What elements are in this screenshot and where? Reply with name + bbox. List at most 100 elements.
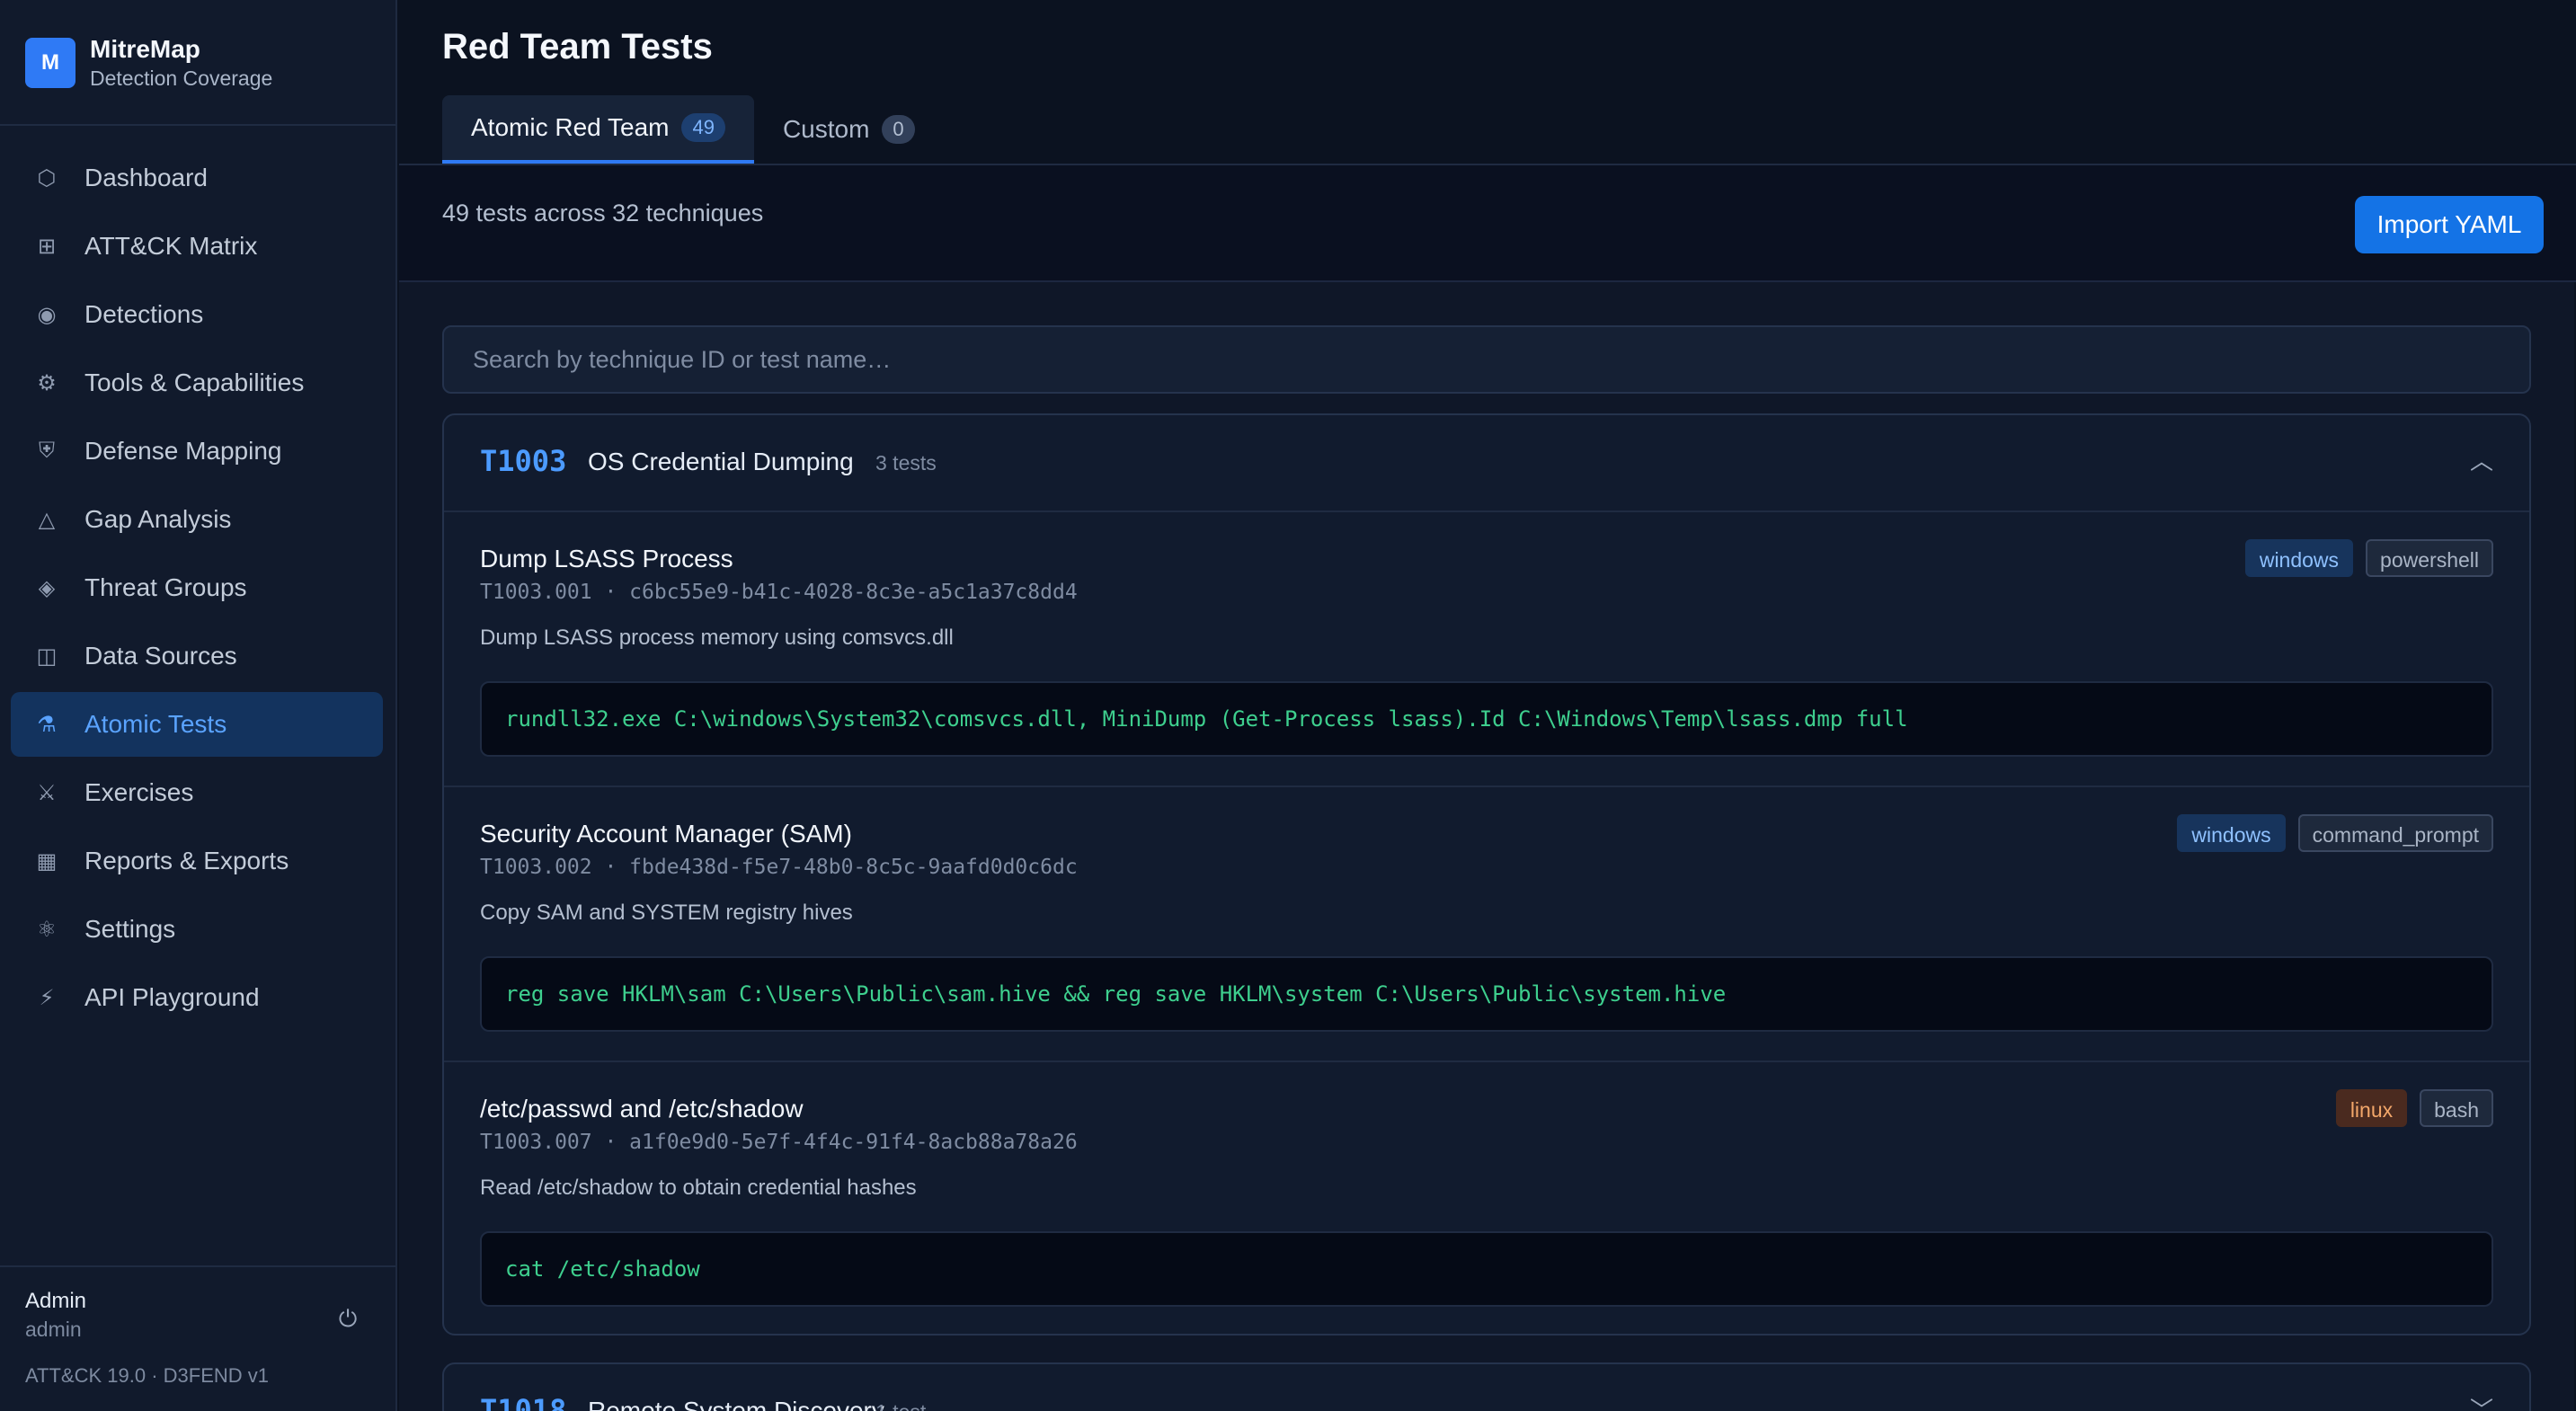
summary-bar: 49 tests across 32 techniques Import YAM… — [399, 165, 2576, 282]
test-name: Security Account Manager (SAM) — [480, 820, 852, 847]
sidebar-item-api-playground[interactable]: ⚡ API Playground — [11, 965, 383, 1030]
sidebar-item-label: Settings — [84, 915, 176, 943]
brand[interactable]: M MitreMap Detection Coverage — [25, 34, 272, 92]
sidebar-item-exercises[interactable]: ⚔ Exercises — [11, 760, 383, 825]
sidebar-item-tools-and-capabilities[interactable]: ⚙ Tools & Capabilities — [11, 351, 383, 415]
app-window: M MitreMap Detection Coverage ⬡ Dashboard… — [0, 0, 2576, 1411]
search-input[interactable] — [442, 325, 2531, 394]
test-id: T1003.001 · c6bc55e9-b41c-4028-8c3e-a5c1… — [480, 581, 1078, 604]
technique-group: T1018 Remote System Discovery1 test ﹀ — [442, 1362, 2531, 1411]
grid-icon: ⊞ — [37, 234, 57, 259]
sidebar-divider — [0, 124, 395, 126]
chevron-up-icon[interactable]: ︿ — [2468, 448, 2495, 475]
sidebar-item-label: Reports & Exports — [84, 847, 289, 874]
technique-id: T1003 — [480, 444, 567, 478]
diamond-icon: ◈ — [38, 575, 56, 600]
sidebar-item-label: Exercises — [84, 778, 194, 806]
platform-tag: linux — [2335, 1089, 2408, 1127]
triangle-icon: △ — [38, 507, 56, 532]
hexagon-icon: ⬡ — [37, 165, 57, 191]
technique-header[interactable]: T1003 OS Credential Dumping 3 tests ︿ — [444, 415, 2529, 510]
settings-icon: ⚛ — [37, 917, 57, 942]
main-content: Red Team Tests Atomic Red Team 49 Custom 0 … — [399, 0, 2576, 1411]
sidebar-item-label: Threat Groups — [84, 573, 247, 601]
user-name: Admin — [25, 1289, 87, 1313]
executor-tag: bash — [2420, 1089, 2493, 1127]
sidebar-item-label: API Playground — [84, 983, 260, 1011]
command-block[interactable]: rundll32.exe C:\windows\System32\comsvcs… — [480, 681, 2493, 757]
technique-header[interactable]: T1018 Remote System Discovery1 test ﹀ — [444, 1364, 2529, 1411]
brand-subtitle: Detection Coverage — [90, 67, 273, 90]
test-name: /etc/passwd and /etc/shadow — [480, 1095, 804, 1123]
test-count: 1 test — [875, 1400, 926, 1411]
sidebar: M MitreMap Detection Coverage ⬡ Dashboard… — [0, 0, 397, 1411]
sidebar-item-threat-groups[interactable]: ◈ Threat Groups — [11, 555, 383, 620]
test-name: Dump LSASS Process — [480, 545, 733, 572]
sidebar-item-label: Data Sources — [84, 642, 237, 670]
technique-name: Remote System Discovery — [588, 1397, 884, 1411]
sidebar-item-dashboard[interactable]: ⬡ Dashboard — [11, 146, 383, 210]
platform-tag: windows — [2177, 814, 2286, 852]
technique-name: OS Credential Dumping — [588, 448, 854, 475]
logout-icon[interactable]: ⏻ — [333, 1303, 363, 1334]
sidebar-footer: Admin admin ⏻ ATT&CK 19.0 · D3FEND v1 — [0, 1265, 395, 1411]
tab-label: Atomic Red Team — [471, 113, 670, 141]
sidebar-item-reports-and-exports[interactable]: ▦ Reports & Exports — [11, 829, 383, 893]
test-description: Copy SAM and SYSTEM registry hives — [480, 901, 853, 925]
tab-label: Custom — [782, 115, 870, 143]
test-item: /etc/passwd and /etc/shadow T1003.007 · a… — [444, 1062, 2529, 1334]
executor-tag: powershell — [2366, 539, 2493, 577]
sidebar-item-label: Detections — [84, 300, 204, 328]
sidebar-item-label: Dashboard — [84, 164, 208, 191]
platform-tag: windows — [2244, 539, 2354, 577]
command-block[interactable]: cat /etc/shadow — [480, 1231, 2493, 1307]
target-icon: ◉ — [37, 302, 57, 327]
chevron-down-icon[interactable]: ﹀ — [2468, 1397, 2495, 1411]
sidebar-item-label: Tools & Capabilities — [84, 368, 305, 396]
import-yaml-button[interactable]: Import YAML — [2355, 196, 2544, 253]
report-icon: ▦ — [36, 848, 58, 874]
database-icon: ◫ — [36, 643, 58, 669]
sidebar-item-gap-analysis[interactable]: △ Gap Analysis — [11, 487, 383, 552]
summary-text: 49 tests across 32 techniques — [442, 200, 764, 226]
test-description: Read /etc/shadow to obtain credential ha… — [480, 1176, 917, 1200]
brand-name: MitreMap — [90, 35, 200, 63]
sidebar-nav: ⬡ Dashboard ⊞ ATT&CK Matrix ◉ Detections ⚙ Tool… — [11, 146, 383, 1034]
tab-count-badge: 49 — [681, 113, 725, 142]
platform-tags: windows powershell — [2233, 539, 2493, 577]
sidebar-item-label: Atomic Tests — [84, 710, 227, 738]
test-item: Security Account Manager (SAM) T1003.002 … — [444, 787, 2529, 1062]
platform-tags: windows command_prompt — [2164, 814, 2493, 852]
sidebar-item-atomic-tests[interactable]: ⚗ Atomic Tests — [11, 692, 383, 757]
page-title: Red Team Tests — [442, 27, 713, 67]
sidebar-item-data-sources[interactable]: ◫ Data Sources — [11, 624, 383, 688]
command-block[interactable]: reg save HKLM\sam C:\Users\Public\sam.hi… — [480, 956, 2493, 1032]
sidebar-item-label: ATT&CK Matrix — [84, 232, 258, 260]
test-description: Dump LSASS process memory using comsvcs.… — [480, 626, 954, 650]
executor-tag: command_prompt — [2297, 814, 2493, 852]
sidebar-item-settings[interactable]: ⚛ Settings — [11, 897, 383, 962]
gear-icon: ⚙ — [37, 370, 57, 395]
sidebar-item-label: Defense Mapping — [84, 437, 282, 465]
technique-id: T1018 — [480, 1393, 567, 1411]
tests-panel: T1003 OS Credential Dumping 3 tests ︿ Dump L… — [399, 282, 2574, 1411]
test-count: 3 tests — [875, 451, 937, 475]
brand-logo: M — [25, 38, 76, 88]
platform-tags: linux bash — [2323, 1089, 2493, 1127]
tab-atomic-red-team[interactable]: Atomic Red Team 49 — [442, 95, 754, 164]
tab-bar: Atomic Red Team 49 Custom 0 — [442, 95, 944, 164]
tab-custom[interactable]: Custom 0 — [754, 95, 944, 164]
swords-icon: ⚔ — [37, 780, 57, 805]
lightning-icon: ⚡ — [39, 985, 55, 1010]
user-role: admin — [25, 1318, 82, 1341]
sidebar-item-attandck-matrix[interactable]: ⊞ ATT&CK Matrix — [11, 214, 383, 279]
test-item: Dump LSASS Process T1003.001 · c6bc55e9-b… — [444, 512, 2529, 787]
technique-group: T1003 OS Credential Dumping 3 tests ︿ Dump L… — [442, 413, 2531, 1336]
sidebar-item-label: Gap Analysis — [84, 505, 232, 533]
test-id: T1003.007 · a1f0e9d0-5e7f-4f4c-91f4-8acb… — [480, 1131, 1078, 1154]
version-info: ATT&CK 19.0 · D3FEND v1 — [25, 1364, 269, 1387]
sidebar-item-defense-mapping[interactable]: ⛨ Defense Mapping — [11, 419, 383, 484]
shield-icon: ⛨ — [39, 439, 55, 463]
sidebar-item-detections[interactable]: ◉ Detections — [11, 282, 383, 347]
tab-count-badge: 0 — [882, 115, 915, 144]
